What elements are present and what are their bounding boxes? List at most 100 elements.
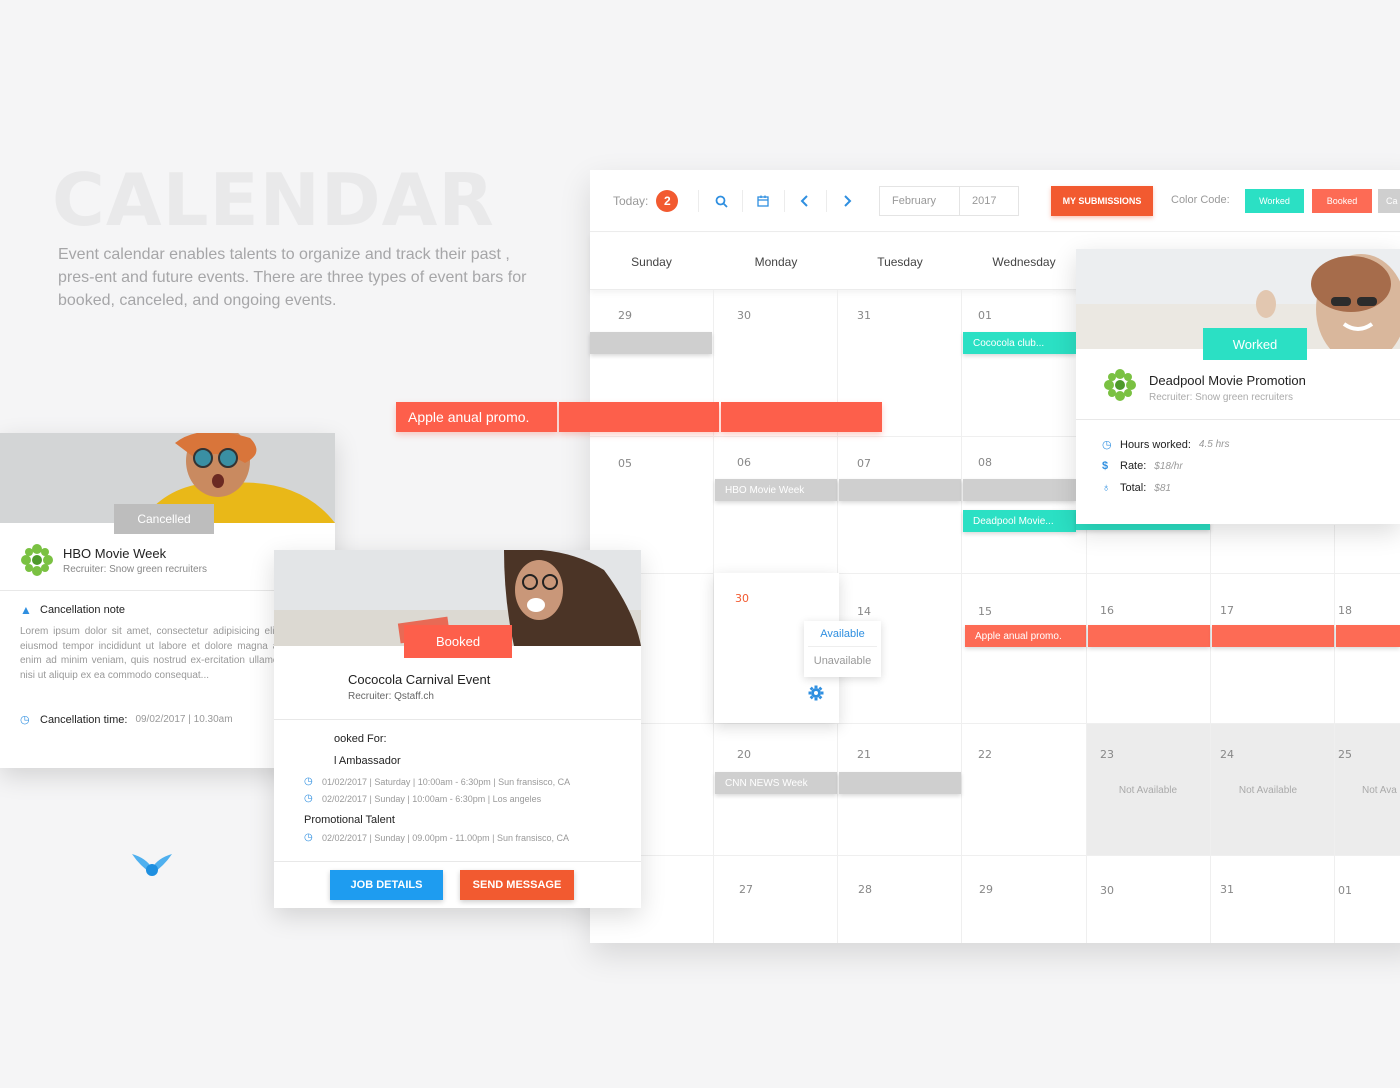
available-option[interactable]: Available bbox=[808, 621, 877, 647]
day-number[interactable]: 05 bbox=[618, 457, 632, 470]
day-number[interactable]: 29 bbox=[979, 883, 993, 896]
event-bar-cnn-week[interactable]: CNN NEWS Week bbox=[715, 772, 837, 794]
clock-icon: ◷ bbox=[304, 832, 313, 843]
chevron-right-icon[interactable] bbox=[836, 189, 858, 213]
floating-event-bar-apple-promo[interactable]: Apple anual promo. bbox=[396, 402, 557, 432]
clock-icon: ◷ bbox=[304, 776, 313, 787]
event-bar-hbo-week-cont[interactable] bbox=[963, 479, 1076, 501]
event-bar-apple-promo-cont[interactable] bbox=[1088, 625, 1210, 647]
clock-icon: ◷ bbox=[304, 793, 313, 804]
event-title: Cococola Carnival Event bbox=[348, 672, 491, 687]
not-available-label: Not Available bbox=[1238, 785, 1298, 796]
color-tag-worked: Worked bbox=[1245, 189, 1304, 213]
month-year-select[interactable]: February 2017 bbox=[879, 186, 1019, 216]
send-message-button[interactable]: SEND MESSAGE bbox=[460, 870, 574, 900]
app-logo bbox=[132, 852, 172, 883]
weekday-wednesday: Wednesday bbox=[992, 254, 1056, 269]
event-bar-cnn-week-cont[interactable] bbox=[839, 772, 961, 794]
event-title: Deadpool Movie Promotion bbox=[1149, 373, 1306, 388]
status-tag-booked: Booked bbox=[404, 625, 512, 658]
today-count-badge[interactable]: 2 bbox=[656, 190, 679, 212]
unavailable-option[interactable]: Unavailable bbox=[804, 647, 881, 675]
day-number[interactable]: 30 bbox=[1100, 884, 1114, 897]
day-number[interactable]: 01 bbox=[978, 309, 992, 322]
day-number[interactable]: 27 bbox=[739, 883, 753, 896]
total-label: Total: bbox=[1120, 482, 1147, 494]
day-number[interactable]: 08 bbox=[978, 456, 992, 469]
weekday-monday: Monday bbox=[754, 254, 798, 269]
day-number[interactable]: 16 bbox=[1100, 604, 1114, 617]
not-available-label: Not Ava bbox=[1362, 785, 1397, 796]
selected-day-number[interactable]: 30 bbox=[735, 592, 749, 605]
event-bar-apple-promo-cont[interactable] bbox=[1336, 625, 1400, 647]
day-number[interactable]: 29 bbox=[618, 309, 632, 322]
day-number[interactable]: 06 bbox=[737, 456, 751, 469]
day-number[interactable]: 22 bbox=[978, 748, 992, 761]
event-bar-hbo-week-cont[interactable] bbox=[839, 479, 961, 501]
schedule-row: ◷ 02/02/2017 | Sunday | 10:00am - 6:30pm… bbox=[304, 793, 541, 804]
floating-event-bar-cont[interactable] bbox=[721, 402, 882, 432]
day-number[interactable]: 28 bbox=[858, 883, 872, 896]
event-recruiter: Recruiter: Snow green recruiters bbox=[63, 564, 207, 575]
event-bar-apple-promo[interactable]: Apple anual promo. bbox=[965, 625, 1086, 647]
hours-label: Hours worked: bbox=[1120, 438, 1191, 451]
today-label: Today: bbox=[613, 194, 649, 208]
cancellation-note-heading: ▲ Cancellation note bbox=[20, 603, 125, 617]
day-number[interactable]: 25 bbox=[1338, 748, 1352, 761]
event-bar-cococola-club[interactable]: Cococola club... bbox=[963, 332, 1076, 354]
event-recruiter: Recruiter: Qstaff.ch bbox=[348, 691, 434, 702]
money-bag-icon: ♁ bbox=[1102, 482, 1111, 494]
clock-icon: ◷ bbox=[20, 714, 30, 726]
day-number[interactable]: 14 bbox=[857, 605, 871, 618]
rate-value: $18/hr bbox=[1154, 460, 1183, 472]
day-number[interactable]: 31 bbox=[857, 309, 871, 322]
worked-event-card: Worked Deadpool Movie Promotion Recruite… bbox=[1076, 249, 1400, 524]
day-number[interactable]: 23 bbox=[1100, 748, 1114, 761]
page-title: CALENDAR bbox=[52, 158, 495, 242]
event-bar-apple-promo-cont[interactable] bbox=[1212, 625, 1334, 647]
event-bar-deadpool[interactable]: Deadpool Movie... bbox=[963, 510, 1076, 532]
year-select[interactable]: 2017 bbox=[960, 187, 996, 215]
schedule-text: 02/02/2017 | Sunday | 10:00am - 6:30pm |… bbox=[322, 793, 542, 804]
note-label: Cancellation note bbox=[40, 604, 126, 616]
role-title: Promotional Talent bbox=[304, 814, 395, 826]
day-number[interactable]: 21 bbox=[857, 748, 871, 761]
day-number[interactable]: 20 bbox=[737, 748, 751, 761]
recruiter-logo bbox=[1103, 368, 1137, 402]
job-details-button[interactable]: JOB DETAILS bbox=[330, 870, 443, 900]
schedule-text: 02/02/2017 | Sunday | 09.00pm - 11.00pm … bbox=[322, 832, 569, 843]
day-number[interactable]: 18 bbox=[1338, 604, 1352, 617]
availability-popup: Available Unavailable bbox=[804, 621, 881, 677]
event-recruiter: Recruiter: Snow green recruiters bbox=[1149, 392, 1293, 403]
month-select[interactable]: February bbox=[880, 187, 960, 215]
floating-event-bar-cont[interactable] bbox=[559, 402, 719, 432]
hours-value: 4.5 hrs bbox=[1198, 439, 1230, 450]
search-icon[interactable] bbox=[710, 189, 732, 213]
time-label: Cancellation time: bbox=[40, 713, 128, 726]
clock-icon: ◷ bbox=[1102, 439, 1112, 451]
chevron-left-icon[interactable] bbox=[794, 189, 816, 213]
calendar-icon[interactable] bbox=[752, 189, 774, 213]
day-number[interactable]: 30 bbox=[737, 309, 751, 322]
dollar-icon: $ bbox=[1102, 460, 1109, 472]
color-tag-cancelled: Ca bbox=[1378, 189, 1400, 213]
event-title: HBO Movie Week bbox=[63, 546, 167, 561]
schedule-row: ◷ 01/02/2017 | Saturday | 10:00am - 6:30… bbox=[304, 776, 570, 787]
day-number[interactable]: 15 bbox=[978, 605, 992, 618]
day-number[interactable]: 17 bbox=[1220, 604, 1234, 617]
booked-for-label: ooked For: bbox=[334, 733, 387, 745]
day-number[interactable]: 24 bbox=[1220, 748, 1234, 761]
event-bar-hbo-week[interactable]: HBO Movie Week bbox=[715, 479, 837, 501]
booked-event-card: Booked Cococola Carnival Event Recruiter… bbox=[274, 550, 641, 908]
today-indicator: Today: 2 bbox=[613, 189, 679, 213]
day-number[interactable]: 01 bbox=[1338, 884, 1352, 897]
event-bar-cancelled[interactable] bbox=[590, 332, 712, 354]
role-title: l Ambassador bbox=[334, 755, 401, 767]
day-number[interactable]: 07 bbox=[857, 457, 871, 470]
recruiter-logo bbox=[20, 543, 54, 577]
gear-icon[interactable] bbox=[808, 685, 824, 706]
color-tag-booked: Booked bbox=[1312, 189, 1372, 213]
color-code-label: Color Code: bbox=[1171, 194, 1230, 206]
day-number[interactable]: 31 bbox=[1220, 883, 1234, 896]
my-submissions-button[interactable]: MY SUBMISSIONS bbox=[1051, 186, 1153, 216]
